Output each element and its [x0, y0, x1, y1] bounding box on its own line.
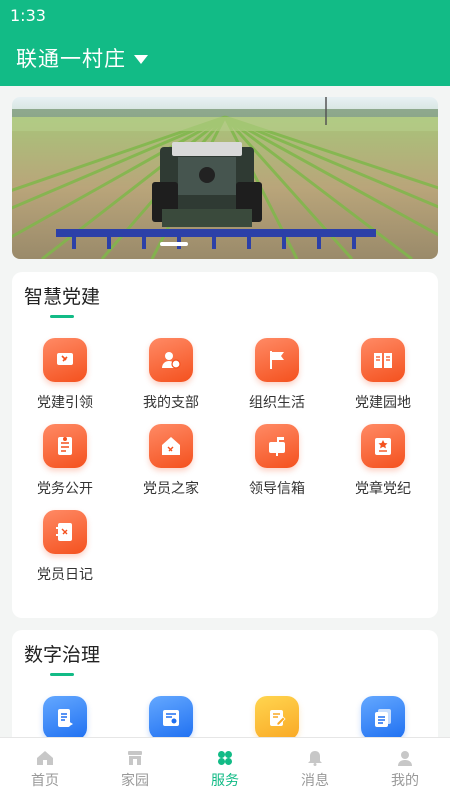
- grid-item-label: 组织生活: [249, 395, 305, 411]
- banner-dot-active: [160, 242, 188, 246]
- member-badge-icon: [149, 338, 193, 382]
- grid-item-party-affairs[interactable]: 党务公开: [12, 424, 118, 498]
- grid-item-org-life[interactable]: 组织生活: [224, 338, 330, 412]
- grid-item-member-home[interactable]: 党员之家: [118, 424, 224, 498]
- grid-item-leader-mailbox[interactable]: 领导信箱: [224, 424, 330, 498]
- party-home-icon: [149, 424, 193, 468]
- diary-icon: [43, 510, 87, 554]
- bell-icon: [306, 750, 324, 766]
- party-flag-icon: [43, 338, 87, 382]
- app-header: 1:33 联通一村庄: [0, 0, 450, 86]
- grid-item-governance-2[interactable]: [118, 696, 224, 740]
- clover-icon: [216, 750, 234, 766]
- grid-item-label: 党建园地: [355, 395, 411, 411]
- section-title: 数字治理: [24, 644, 101, 666]
- tab-label: 我的: [391, 773, 419, 789]
- grid-item-label: 党务公开: [37, 481, 93, 497]
- grid-item-label: 党建引领: [37, 395, 93, 411]
- banner-carousel[interactable]: [12, 97, 438, 259]
- grid-item-label: 党章党纪: [355, 481, 411, 497]
- edit-note-icon: [255, 696, 299, 740]
- grid-item-party-garden[interactable]: 党建园地: [330, 338, 436, 412]
- tab-community[interactable]: 家园: [90, 738, 180, 800]
- mailbox-icon: [255, 424, 299, 468]
- grid-item-label: 我的支部: [143, 395, 199, 411]
- section-title-underline: [50, 673, 74, 676]
- party-building-section: 智慧党建 党建引领 我的支部 组织生活 党建园地 党务公开 党员之家 领导信箱 …: [12, 272, 438, 618]
- waving-flag-icon: [255, 338, 299, 382]
- grid-item-party-charter[interactable]: 党章党纪: [330, 424, 436, 498]
- tab-label: 消息: [301, 773, 329, 789]
- status-bar-time: 1:33: [10, 6, 46, 25]
- grid-item-label: 党员日记: [37, 567, 93, 583]
- grid-item-label: 党员之家: [143, 481, 199, 497]
- id-card-icon: [149, 696, 193, 740]
- grid-item-governance-1[interactable]: [12, 696, 118, 740]
- grid-item-party-leadership[interactable]: 党建引领: [12, 338, 118, 412]
- store-icon: [126, 750, 144, 766]
- caret-down-icon: [134, 54, 148, 64]
- bottom-tab-bar: 首页 家园 服务 消息 我的: [0, 737, 450, 800]
- tab-services[interactable]: 服务: [180, 738, 270, 800]
- grid-item-label: 领导信箱: [249, 481, 305, 497]
- tab-label: 家园: [121, 773, 149, 789]
- document-play-icon: [43, 696, 87, 740]
- section-title-underline: [50, 315, 74, 318]
- grid-item-my-branch[interactable]: 我的支部: [118, 338, 224, 412]
- tab-mine[interactable]: 我的: [360, 738, 450, 800]
- village-name: 联通一村庄: [16, 47, 126, 71]
- grid-item-governance-4[interactable]: [330, 696, 436, 740]
- open-book-icon: [361, 338, 405, 382]
- notice-document-icon: [43, 424, 87, 468]
- tab-messages[interactable]: 消息: [270, 738, 360, 800]
- document-list-icon: [361, 696, 405, 740]
- tab-label: 服务: [211, 773, 239, 789]
- tab-label: 首页: [31, 773, 59, 789]
- user-icon: [396, 750, 414, 766]
- home-icon: [36, 750, 54, 766]
- tractor-field-image: [12, 97, 438, 259]
- party-charter-icon: [361, 424, 405, 468]
- section-title: 智慧党建: [24, 286, 101, 308]
- grid-item-governance-3[interactable]: [224, 696, 330, 740]
- grid-item-member-diary[interactable]: 党员日记: [12, 510, 118, 584]
- village-selector[interactable]: 联通一村庄: [16, 43, 148, 73]
- tab-home[interactable]: 首页: [0, 738, 90, 800]
